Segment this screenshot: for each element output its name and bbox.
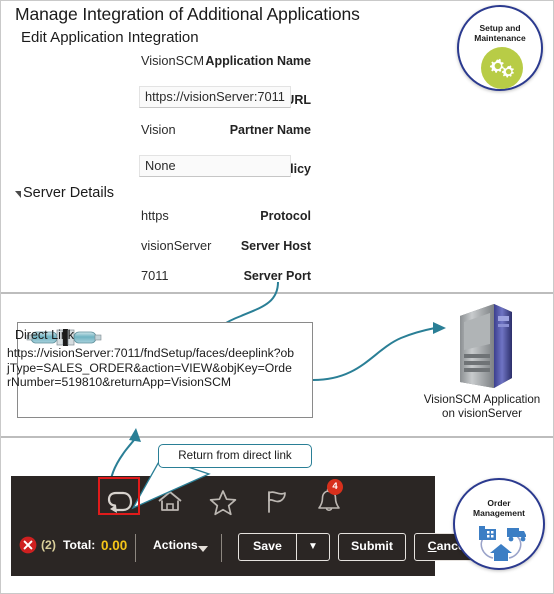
field-value-application-name: VisionSCM <box>141 53 205 68</box>
save-dropdown-button[interactable]: ▼ <box>296 533 330 561</box>
flag-icon[interactable] <box>259 486 293 516</box>
direct-link-url[interactable]: https://visionServer:7011/fndSetup/faces… <box>7 346 295 390</box>
setup-and-maintenance-badge-label: Setup and Maintenance <box>474 23 526 43</box>
field-row-application-name: Application Name VisionSCM <box>1 51 311 73</box>
field-value-server-host: visionServer <box>141 238 212 253</box>
callout-return-from-direct-link: Return from direct link <box>158 444 312 468</box>
field-label-partner-name: Partner Name <box>229 123 311 137</box>
toolbar-separator-1 <box>135 534 136 562</box>
field-label-protocol: Protocol <box>260 209 311 223</box>
toolbar-separator-2 <box>221 534 222 562</box>
chevron-down-icon[interactable] <box>196 542 210 556</box>
return-icon-highlight <box>98 477 140 515</box>
total-label: Total: <box>63 538 96 552</box>
page-subtitle: Edit Application Integration <box>21 29 199 46</box>
section-heading-server-details: Server Details <box>23 185 115 201</box>
field-row-protocol: Protocol https <box>1 206 311 228</box>
actions-menu-label[interactable]: Actions <box>153 538 198 552</box>
field-row-partner-name: Partner Name Vision <box>1 120 311 142</box>
screenshot-root: Manage Integration of Additional Applica… <box>0 0 554 594</box>
field-value-partner-name: Vision <box>141 122 176 137</box>
full-url-input[interactable]: https://visionServer:7011 <box>139 86 291 108</box>
disclosure-triangle-icon[interactable] <box>15 191 21 198</box>
server-tower-icon <box>460 304 512 388</box>
order-management-badge: Order Management <box>453 478 545 570</box>
error-icon <box>19 536 37 554</box>
field-label-application-name: Application Name <box>205 54 311 68</box>
application-bar: 4 PA (2) Total: 0.00 Actions Save ▼ Subm… <box>11 476 482 576</box>
direct-link-title: Direct Link <box>15 328 75 342</box>
order-management-badge-label: Order Management <box>473 498 525 518</box>
gears-icon <box>481 47 523 89</box>
field-row-security-policy: Security Policy None <box>1 155 311 181</box>
callout-text: Return from direct link <box>178 449 292 462</box>
setup-and-maintenance-badge: Setup and Maintenance <box>457 5 543 91</box>
security-policy-input[interactable]: None <box>139 155 291 177</box>
field-row-full-url: * Full URL https://visionServer:7011 <box>1 86 311 112</box>
error-count: (2) <box>41 538 56 552</box>
setup-page-panel: Manage Integration of Additional Applica… <box>1 1 553 294</box>
field-value-protocol: https <box>141 208 169 223</box>
field-row-server-host: Server Host visionServer <box>1 236 311 258</box>
submit-button[interactable]: Submit <box>338 533 406 561</box>
notification-count-badge: 4 <box>327 479 343 495</box>
save-button[interactable]: Save <box>238 533 296 561</box>
order-management-icon <box>479 526 526 561</box>
total-value: 0.00 <box>101 538 128 553</box>
page-title: Manage Integration of Additional Applica… <box>15 4 360 24</box>
